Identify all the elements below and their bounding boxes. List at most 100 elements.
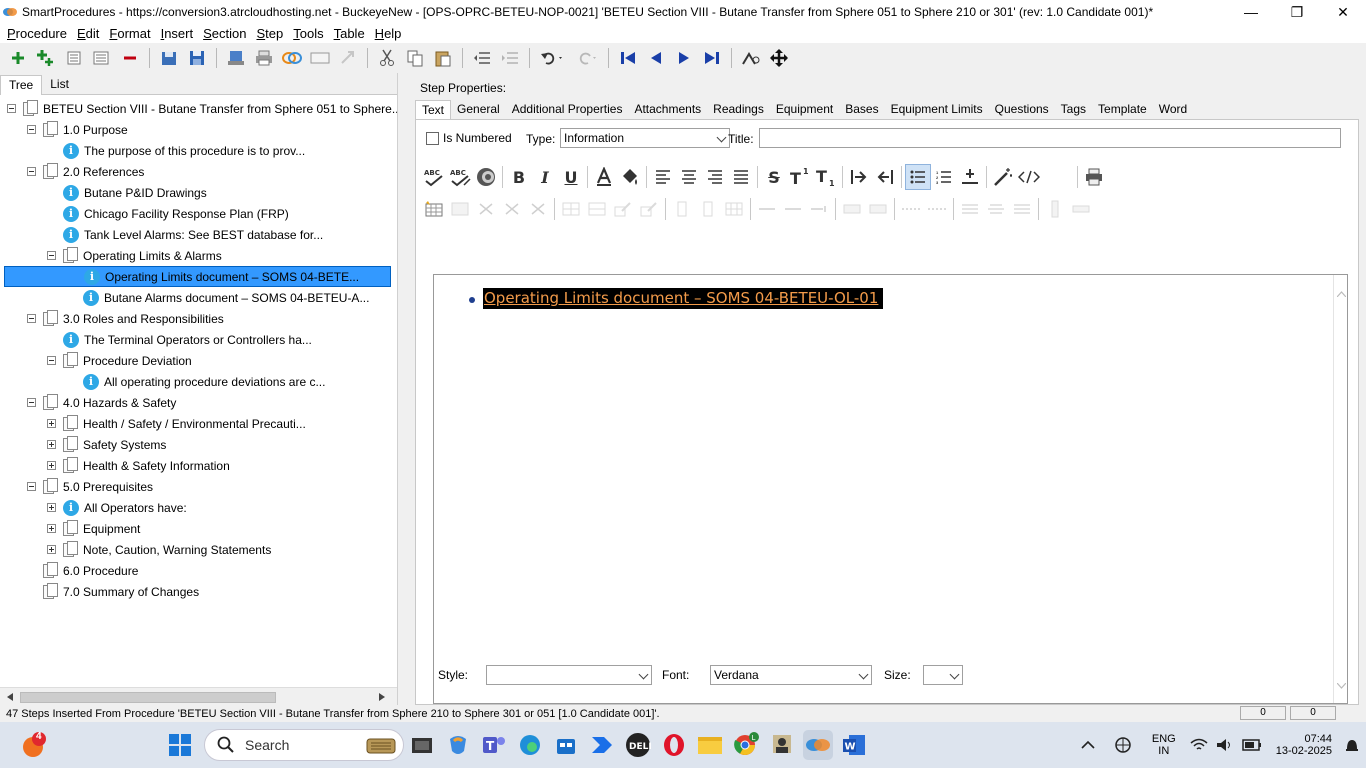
tree-horizontal-scrollbar[interactable]	[0, 687, 397, 705]
close-window-button[interactable]: ✕	[1320, 0, 1366, 24]
align-center-icon[interactable]	[676, 164, 702, 190]
tree-step-item[interactable]: i Chicago Facility Response Plan (FRP)	[47, 203, 289, 224]
add-step-icon[interactable]	[7, 47, 29, 69]
tree-section-item[interactable]: 1.0 Purpose	[27, 119, 128, 140]
expand-icon[interactable]	[47, 419, 56, 428]
chrome-icon[interactable]: L	[731, 730, 761, 760]
tab-tree[interactable]: Tree	[0, 75, 43, 95]
title-input[interactable]	[759, 128, 1341, 148]
tree-section-item[interactable]: Health & Safety Information	[47, 455, 230, 476]
tree-step-item[interactable]: i Butane Alarms document – SOMS 04-BETEU-…	[67, 287, 369, 308]
battery-icon[interactable]	[1241, 730, 1263, 760]
paste-icon[interactable]	[432, 47, 454, 69]
tree-step-item[interactable]: i The Terminal Operators or Controllers h…	[47, 329, 312, 350]
collapse-icon[interactable]	[27, 398, 36, 407]
copilot-icon[interactable]	[443, 730, 473, 760]
insert-column-right-icon[interactable]	[695, 196, 721, 222]
outdent-icon[interactable]	[471, 47, 493, 69]
tree-section-item[interactable]: 7.0 Summary of Changes	[27, 581, 199, 602]
table-properties-icon[interactable]	[447, 196, 473, 222]
first-step-icon[interactable]	[617, 47, 639, 69]
bold-icon[interactable]: B	[506, 164, 532, 190]
tree-section-item[interactable]: Safety Systems	[47, 434, 166, 455]
last-step-icon[interactable]	[701, 47, 723, 69]
tree-step-item[interactable]: i Operating Limits document – SOMS 04-BET…	[4, 266, 391, 287]
store-icon[interactable]	[551, 730, 581, 760]
superscript-icon[interactable]: T1	[787, 164, 813, 190]
tab-equipment-limits[interactable]: Equipment Limits	[885, 100, 989, 120]
list-icon[interactable]	[63, 47, 85, 69]
expand-icon[interactable]	[47, 545, 56, 554]
cell-style-icon[interactable]	[610, 196, 636, 222]
collapse-icon[interactable]	[27, 314, 36, 323]
minimize-button[interactable]: —	[1228, 0, 1274, 24]
chevron-up-icon[interactable]	[1073, 730, 1103, 760]
previous-step-icon[interactable]	[645, 47, 667, 69]
tab-equipment[interactable]: Equipment	[770, 100, 839, 120]
notifications-bell-icon[interactable]	[1341, 730, 1363, 760]
font-color-icon[interactable]	[591, 164, 617, 190]
network-vpn-icon[interactable]	[1109, 730, 1139, 760]
tree-step-item[interactable]: i The purpose of this procedure is to pro…	[47, 140, 305, 161]
taskbar-search[interactable]: Search	[204, 729, 404, 761]
redo-icon[interactable]	[572, 47, 600, 69]
restore-button[interactable]: ❐	[1274, 0, 1320, 24]
move-icon[interactable]	[768, 47, 790, 69]
align-bottom-icon[interactable]	[1009, 196, 1035, 222]
collapse-icon[interactable]	[47, 356, 56, 365]
insert-row-below-icon[interactable]	[780, 196, 806, 222]
collapse-icon[interactable]	[27, 167, 36, 176]
size-select[interactable]	[923, 665, 963, 685]
spellcheck-icon[interactable]: ABC	[421, 164, 447, 190]
clock[interactable]: 07:44 13-02-2025	[1276, 733, 1332, 757]
symbol-icon[interactable]	[473, 164, 499, 190]
step-text-editor[interactable]: Operating Limits document – SOMS 04-BETE…	[433, 274, 1348, 704]
tab-tags[interactable]: Tags	[1055, 100, 1092, 120]
word-icon[interactable]: W	[839, 730, 869, 760]
delete-table-icon[interactable]	[473, 196, 499, 222]
strikethrough-icon[interactable]: S	[761, 164, 787, 190]
cut-icon[interactable]	[376, 47, 398, 69]
editor-vertical-scrollbar[interactable]	[1333, 275, 1347, 703]
panel-splitter[interactable]	[398, 73, 405, 705]
scrollbar-thumb[interactable]	[20, 692, 276, 703]
tree-step-item[interactable]: i All operating procedure deviations are …	[67, 371, 325, 392]
type-select[interactable]: Information	[560, 128, 730, 148]
collapse-icon[interactable]	[27, 125, 36, 134]
delete-row-icon[interactable]	[525, 196, 551, 222]
highlight-color-icon[interactable]	[617, 164, 643, 190]
insert-column-left-icon[interactable]	[669, 196, 695, 222]
undo-icon[interactable]	[538, 47, 566, 69]
collapse-icon[interactable]	[7, 104, 16, 113]
tree-section-item[interactable]: Note, Caution, Warning Statements	[47, 539, 271, 560]
link-icon[interactable]	[281, 47, 303, 69]
decrease-indent-icon[interactable]	[872, 164, 898, 190]
tab-readings[interactable]: Readings	[707, 100, 770, 120]
tree-step-item[interactable]: i Butane P&ID Drawings	[47, 182, 207, 203]
indent-icon[interactable]	[499, 47, 521, 69]
tab-text[interactable]: Text	[415, 100, 452, 120]
split-cell-icon[interactable]	[721, 196, 747, 222]
expand-icon[interactable]	[47, 503, 56, 512]
row-height-icon[interactable]	[1068, 196, 1094, 222]
remote-app-icon[interactable]	[767, 730, 797, 760]
align-middle-icon[interactable]	[983, 196, 1009, 222]
subscript-icon[interactable]: T1	[813, 164, 839, 190]
redo-action-icon[interactable]	[337, 47, 359, 69]
tree-section-item[interactable]: 5.0 Prerequisites	[27, 476, 153, 497]
underline-icon[interactable]: U	[558, 164, 584, 190]
unmerge-cells-icon[interactable]	[865, 196, 891, 222]
bullet-list-icon[interactable]	[905, 164, 931, 190]
cell-format-icon[interactable]	[636, 196, 662, 222]
expand-icon[interactable]	[47, 440, 56, 449]
table-grid-alt-icon[interactable]	[924, 196, 950, 222]
spellcheck-auto-icon[interactable]: ABC	[447, 164, 473, 190]
increase-indent-icon[interactable]	[846, 164, 872, 190]
collapse-icon[interactable]	[47, 251, 56, 260]
tab-word[interactable]: Word	[1153, 100, 1193, 120]
open-icon[interactable]	[158, 47, 180, 69]
tree-section-item[interactable]: Health / Safety / Environmental Precauti…	[47, 413, 306, 434]
opera-icon[interactable]	[659, 730, 689, 760]
is-numbered-checkbox[interactable]	[426, 131, 439, 145]
menu-tools[interactable]: Tools	[288, 26, 328, 41]
